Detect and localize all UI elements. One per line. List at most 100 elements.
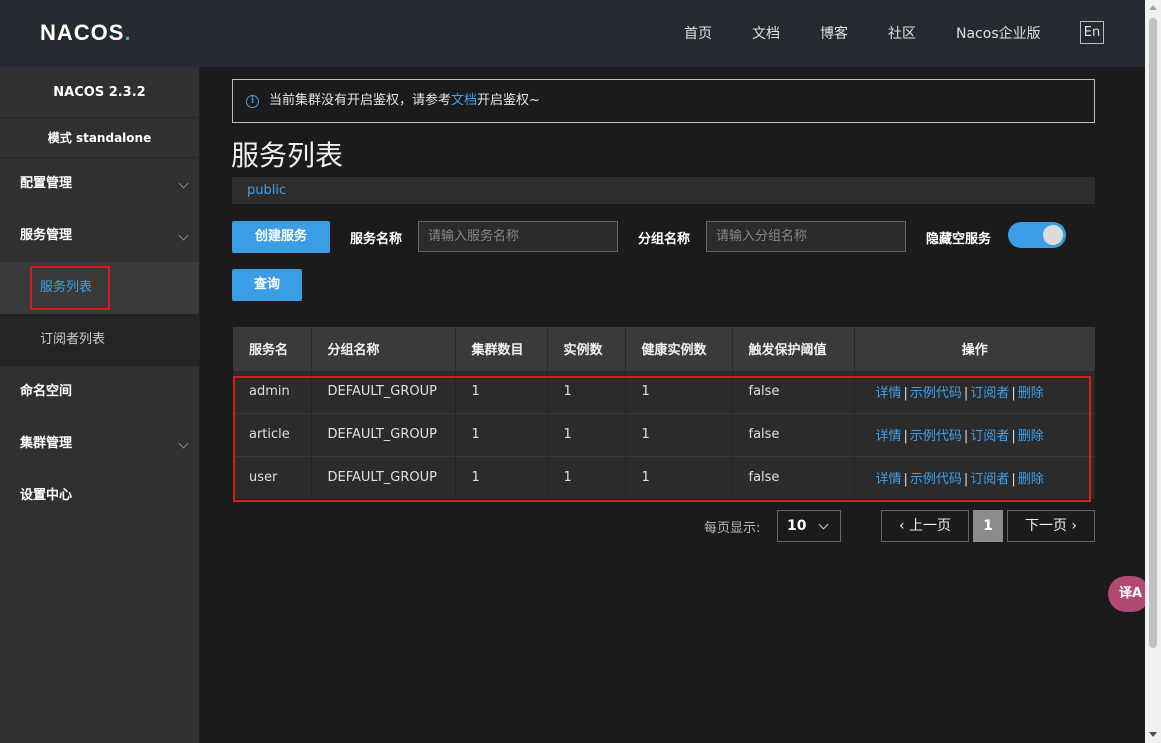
cluster-count-cell: 1 bbox=[455, 369, 548, 413]
scrollbar-thumb[interactable] bbox=[1149, 18, 1157, 648]
table-row: user DEFAULT_GROUP 1 1 1 false 详情 | 示例代码 | 订… bbox=[233, 455, 1095, 499]
page-size-value: 10 bbox=[787, 518, 807, 534]
notice-text-before: 当前集群没有开启鉴权，请参考 bbox=[269, 93, 452, 108]
sidebar-version: NACOS 2.3.2 bbox=[0, 67, 199, 118]
nav-home-link[interactable]: 首页 bbox=[684, 23, 712, 43]
scroll-up-icon[interactable] bbox=[1149, 5, 1157, 10]
nav-community-link[interactable]: 社区 bbox=[888, 23, 916, 43]
column-header: 集群数目 bbox=[455, 327, 548, 370]
separator: | bbox=[963, 429, 969, 444]
scroll-down-icon[interactable] bbox=[1149, 732, 1157, 737]
sidebar-item-namespace[interactable]: 命名空间 bbox=[0, 366, 199, 418]
delete-link[interactable]: 删除 bbox=[1018, 472, 1044, 487]
chevron-down-icon bbox=[818, 519, 829, 530]
separator: | bbox=[903, 472, 908, 488]
sidebar-mode: 模式 standalone bbox=[0, 118, 199, 158]
table-row: admin DEFAULT_GROUP 1 1 1 false 详情 | 示例代码 |… bbox=[233, 369, 1095, 413]
group-name-label: 分组名称 bbox=[638, 232, 691, 247]
separator: | bbox=[903, 386, 908, 401]
healthy-count-cell: 1 bbox=[625, 412, 733, 456]
delete-link[interactable]: 删除 bbox=[1018, 386, 1044, 401]
column-header: 触发保护阈值 bbox=[732, 327, 855, 370]
service-table: 服务名 分组名称 集群数目 实例数 健康实例数 触发保护阈值 操作 admin … bbox=[233, 327, 1095, 499]
sidebar-item-label: 命名空间 bbox=[20, 384, 73, 399]
column-header: 实例数 bbox=[547, 327, 626, 370]
next-page-label: 下一页 bbox=[1024, 518, 1067, 534]
nav-docs-link[interactable]: 文档 bbox=[752, 23, 780, 43]
sidebar-item-label: 服务列表 bbox=[40, 280, 93, 295]
notice-docs-link[interactable]: 文档 bbox=[451, 93, 477, 108]
subscribers-link[interactable]: 订阅者 bbox=[970, 386, 1009, 401]
next-page-button[interactable]: 下一页 › bbox=[1007, 510, 1095, 542]
chevron-right-icon: › bbox=[1071, 518, 1078, 534]
toggle-knob bbox=[1043, 225, 1063, 245]
page-size-label: 每页显示: bbox=[704, 521, 761, 536]
details-link[interactable]: 详情 bbox=[876, 386, 902, 401]
sidebar-item-label: 集群管理 bbox=[20, 436, 73, 451]
cluster-count-cell: 1 bbox=[455, 455, 548, 499]
sidebar-item-cluster-management[interactable]: 集群管理 bbox=[0, 418, 199, 470]
service-name-input[interactable]: 请输入服务名称 bbox=[418, 221, 618, 252]
translate-icon[interactable]: 译A bbox=[1108, 576, 1150, 612]
service-name-cell: article bbox=[233, 412, 312, 456]
sample-code-link[interactable]: 示例代码 bbox=[910, 386, 962, 401]
logo-dot: . bbox=[124, 20, 132, 45]
auth-notice-banner: i 当前集群没有开启鉴权，请参考文档开启鉴权~ bbox=[232, 79, 1095, 123]
group-name-input[interactable]: 请输入分组名称 bbox=[706, 221, 906, 252]
subscribers-link[interactable]: 订阅者 bbox=[970, 472, 1009, 487]
threshold-cell: false bbox=[732, 455, 855, 499]
actions-cell: 详情 | 示例代码 | 订阅者 | 删除 bbox=[854, 369, 1095, 413]
language-toggle-button[interactable]: En bbox=[1080, 21, 1104, 44]
separator: | bbox=[963, 386, 969, 401]
logo-text: NACOS bbox=[40, 20, 125, 45]
healthy-count-cell: 1 bbox=[625, 369, 733, 413]
sidebar: NACOS 2.3.2 模式 standalone 配置管理 服务管理 服务列表… bbox=[0, 67, 200, 743]
notice-text-after: 开启鉴权~ bbox=[477, 93, 540, 108]
column-header: 服务名 bbox=[233, 327, 312, 370]
details-link[interactable]: 详情 bbox=[876, 472, 902, 487]
nacos-logo[interactable]: NACOS. bbox=[40, 20, 132, 46]
instance-count-cell: 1 bbox=[547, 412, 626, 456]
hide-empty-toggle[interactable] bbox=[1008, 222, 1066, 248]
sidebar-subitem-subscriber-list[interactable]: 订阅者列表 bbox=[0, 314, 199, 366]
separator: | bbox=[1011, 429, 1016, 444]
page-size-select[interactable]: 10 bbox=[777, 510, 841, 542]
healthy-count-cell: 1 bbox=[625, 455, 733, 499]
chevron-left-icon: ‹ bbox=[898, 518, 905, 534]
details-link[interactable]: 详情 bbox=[876, 429, 902, 444]
sidebar-item-settings[interactable]: 设置中心 bbox=[0, 470, 199, 522]
create-service-button[interactable]: 创建服务 bbox=[232, 221, 330, 253]
separator: | bbox=[1011, 472, 1016, 488]
page-title: 服务列表 bbox=[231, 139, 344, 172]
chevron-down-icon bbox=[178, 438, 189, 449]
column-header: 分组名称 bbox=[311, 327, 456, 370]
delete-link[interactable]: 删除 bbox=[1018, 429, 1044, 444]
nav-blog-link[interactable]: 博客 bbox=[820, 23, 848, 43]
service-name-label: 服务名称 bbox=[350, 232, 403, 247]
prev-page-button[interactable]: ‹ 上一页 bbox=[881, 510, 969, 542]
namespace-link[interactable]: public bbox=[247, 183, 286, 198]
vertical-scrollbar[interactable] bbox=[1145, 0, 1161, 743]
sidebar-item-config-management[interactable]: 配置管理 bbox=[0, 158, 199, 210]
sidebar-item-label: 服务管理 bbox=[20, 228, 73, 243]
query-button[interactable]: 查询 bbox=[232, 269, 302, 301]
column-header: 操作 bbox=[854, 327, 1095, 370]
sidebar-item-service-management[interactable]: 服务管理 bbox=[0, 210, 199, 262]
sample-code-link[interactable]: 示例代码 bbox=[910, 472, 962, 487]
sidebar-item-label: 配置管理 bbox=[20, 176, 73, 191]
cluster-count-cell: 1 bbox=[455, 412, 548, 456]
info-icon: i bbox=[246, 95, 259, 108]
sample-code-link[interactable]: 示例代码 bbox=[910, 429, 962, 444]
chevron-down-icon bbox=[178, 230, 189, 241]
subscribers-link[interactable]: 订阅者 bbox=[970, 429, 1009, 444]
current-page-button[interactable]: 1 bbox=[973, 510, 1003, 542]
group-cell: DEFAULT_GROUP bbox=[311, 455, 456, 499]
separator: | bbox=[1011, 386, 1016, 401]
separator: | bbox=[963, 472, 969, 488]
prev-page-label: 上一页 bbox=[909, 518, 952, 534]
service-name-cell: admin bbox=[233, 369, 312, 413]
sidebar-subitem-service-list[interactable]: 服务列表 bbox=[0, 262, 199, 314]
instance-count-cell: 1 bbox=[547, 455, 626, 499]
nav-enterprise-link[interactable]: Nacos企业版 bbox=[956, 23, 1041, 43]
threshold-cell: false bbox=[732, 369, 855, 413]
